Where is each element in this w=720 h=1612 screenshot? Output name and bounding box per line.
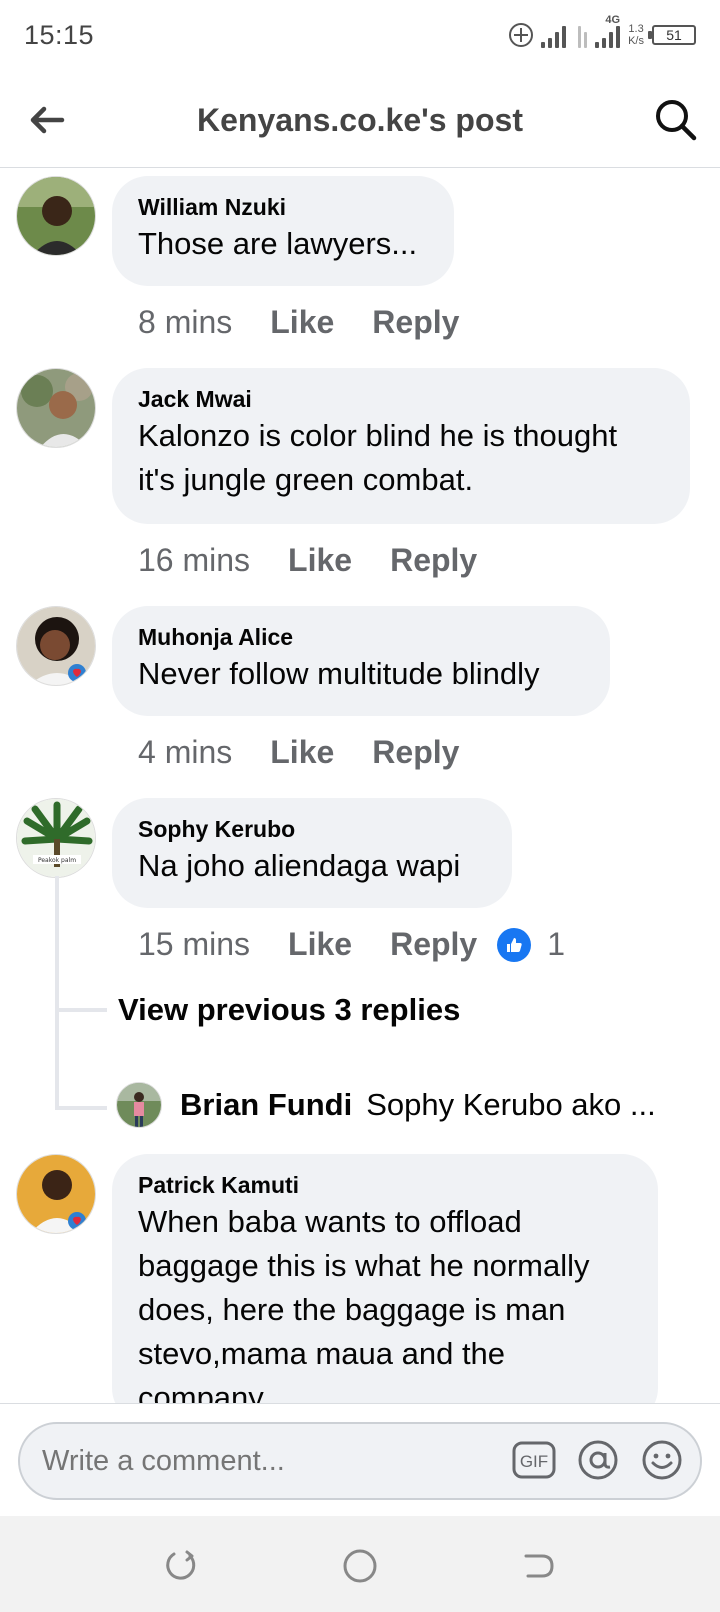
reply-button[interactable]: Reply [390, 926, 477, 963]
avatar-image: Peakok palm [17, 799, 95, 877]
avatar-image [17, 607, 95, 685]
comment-time[interactable]: 15 mins [138, 926, 250, 963]
page-title: Kenyans.co.ke's post [197, 102, 523, 138]
comment-text-line-3: does, here the baggage is man [138, 1292, 566, 1327]
thumbs-up-icon [507, 937, 522, 952]
search-icon [656, 100, 697, 141]
like-button[interactable]: Like [270, 304, 334, 341]
comment-bubble[interactable]: Jack Mwai Kalonzo is color blind he is t… [112, 368, 690, 524]
avatar[interactable] [16, 1154, 96, 1234]
avatar-image [17, 177, 95, 255]
comment-text: Never follow multitude blindly [138, 656, 540, 691]
status-time: 15:15 [24, 20, 95, 50]
avatar-image [17, 369, 95, 447]
smiley-icon [642, 1440, 682, 1480]
system-nav-bar [0, 1516, 720, 1612]
comment-time[interactable]: 4 mins [138, 734, 232, 771]
reply-text: Sophy Kerubo ako ... [366, 1087, 656, 1122]
back-nav-icon [524, 1554, 554, 1578]
comment-text-line-2: baggage this is what he normally [138, 1248, 590, 1283]
comment-bubble[interactable]: Sophy Kerubo Na joho aliendaga wapi [112, 798, 512, 908]
gif-button[interactable]: GIF [512, 1438, 556, 1482]
comment-time[interactable]: 8 mins [138, 304, 232, 341]
like-reaction-icon[interactable] [497, 927, 532, 962]
reaction-count[interactable]: 1 [547, 926, 565, 963]
reply-author[interactable]: Brian Fundi [180, 1087, 352, 1123]
comment-text-line-4: stevo,mama maua and the [138, 1336, 506, 1371]
comment-actions: 16 mins Like Reply [138, 542, 515, 579]
like-button[interactable]: Like [288, 542, 352, 579]
comment-text: Na joho aliendaga wapi [138, 848, 461, 883]
comment-author[interactable]: Sophy Kerubo [138, 814, 486, 844]
home-icon [343, 1549, 377, 1583]
comment-actions: 8 mins Like Reply [138, 304, 497, 341]
battery-icon: 51 [648, 25, 696, 45]
avatar[interactable] [16, 606, 96, 686]
avatar-caption: Peakok palm [38, 857, 76, 864]
comment-bubble[interactable]: Muhonja Alice Never follow multitude bli… [112, 606, 610, 716]
comment-actions: 15 mins Like Reply 1 [138, 926, 565, 963]
search-button[interactable] [650, 94, 702, 146]
comment-actions: 4 mins Like Reply [138, 734, 497, 771]
avatar[interactable]: Peakok palm [16, 798, 96, 878]
reply-button[interactable]: Reply [372, 734, 459, 771]
comment-author[interactable]: Patrick Kamuti [138, 1170, 632, 1200]
like-button[interactable]: Like [288, 926, 352, 963]
comment-time[interactable]: 16 mins [138, 542, 250, 579]
home-button[interactable] [340, 1546, 380, 1586]
avatar-image [117, 1083, 161, 1127]
at-icon [578, 1440, 618, 1480]
net-speed-value: 1.3 [628, 23, 644, 35]
like-button[interactable]: Like [270, 734, 334, 771]
comment-bubble[interactable]: William Nzuki Those are lawyers... [112, 176, 454, 286]
data-arrows-icon [578, 22, 588, 48]
avatar-image [17, 1155, 95, 1233]
reply-preview[interactable]: Brian Fundi Sophy Kerubo ako ... [116, 1082, 656, 1128]
signal-1-icon [541, 22, 567, 48]
gif-label: GIF [520, 1452, 548, 1471]
thread-line [55, 876, 59, 1110]
status-icons: 4G 1.3 K/s 51 [509, 14, 696, 52]
comment-text-line-1: When baba wants to offload [138, 1204, 522, 1239]
mention-button[interactable] [576, 1438, 620, 1482]
thread-branch [55, 1008, 107, 1012]
post-header: Kenyans.co.ke's post [0, 72, 720, 168]
comment-author[interactable]: Muhonja Alice [138, 622, 584, 652]
thread-branch [55, 1106, 107, 1110]
recent-apps-button[interactable] [160, 1546, 200, 1586]
comment-text-line-2: it's jungle green combat. [138, 462, 474, 497]
status-bar: 15:15 4G 1.3 K/s 51 [0, 0, 720, 72]
composer-icons: GIF [512, 1438, 684, 1482]
avatar[interactable] [16, 368, 96, 448]
comment-composer: GIF [0, 1403, 720, 1515]
hotspot-icon [509, 23, 534, 47]
comment-text-line-1: Kalonzo is color blind he is thought [138, 418, 618, 453]
reply-avatar[interactable] [116, 1082, 162, 1128]
net-speed: 1.3 K/s [628, 23, 644, 47]
view-previous-replies-link[interactable]: View previous 3 replies [118, 992, 460, 1028]
reply-button[interactable]: Reply [372, 304, 459, 341]
comment-author[interactable]: Jack Mwai [138, 384, 664, 414]
net-speed-unit: K/s [628, 35, 644, 47]
comment-bubble[interactable]: Patrick Kamuti When baba wants to offloa… [112, 1154, 658, 1424]
signal-2-icon: 4G [595, 14, 621, 48]
network-type: 4G [605, 14, 621, 26]
gif-icon: GIF [512, 1441, 556, 1479]
comment-author[interactable]: William Nzuki [138, 192, 428, 222]
avatar[interactable] [16, 176, 96, 256]
recents-icon [166, 1550, 196, 1580]
reply-button[interactable]: Reply [390, 542, 477, 579]
emoji-button[interactable] [640, 1438, 684, 1482]
comment-text: Those are lawyers... [138, 226, 418, 261]
back-nav-button[interactable] [518, 1546, 558, 1586]
